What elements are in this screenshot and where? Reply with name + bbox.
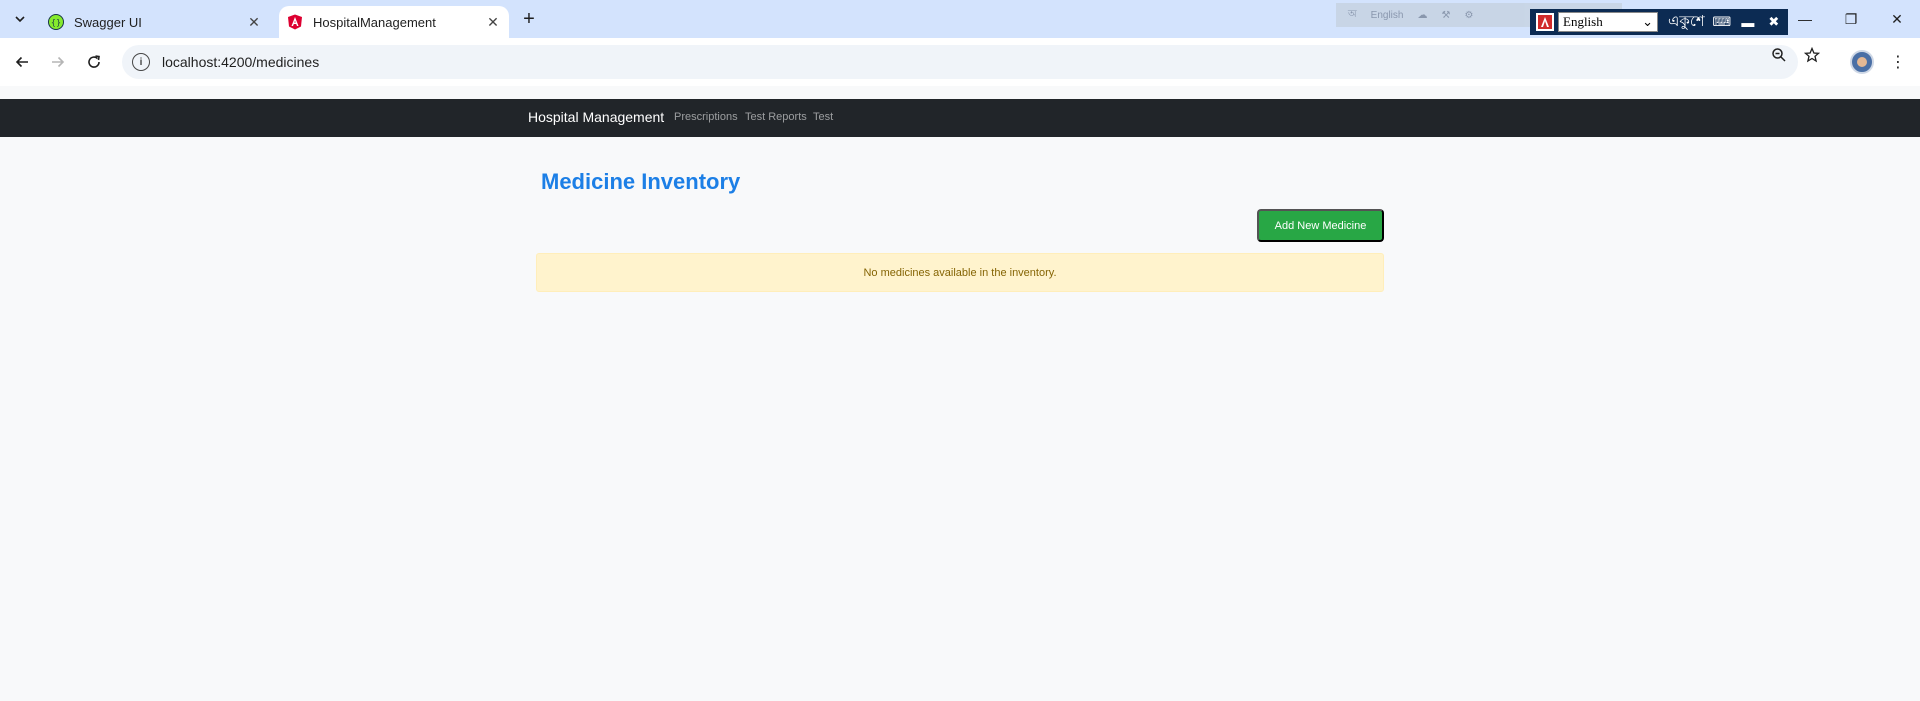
reload-button[interactable] — [82, 50, 106, 74]
forward-button[interactable] — [46, 50, 70, 74]
app-navbar: Hospital Management Prescriptions Test R… — [0, 99, 1920, 137]
plus-icon: + — [523, 7, 535, 30]
zoom-out-icon — [1772, 48, 1786, 62]
minimize-icon: — — [1798, 11, 1812, 27]
forward-arrow-icon — [52, 56, 65, 68]
close-icon[interactable]: ✕ — [483, 12, 503, 32]
empty-inventory-alert: No medicines available in the inventory. — [536, 253, 1384, 292]
svg-text:{}: {} — [51, 18, 61, 27]
bengali-glyph-icon: অ — [1348, 8, 1357, 20]
page-title: Medicine Inventory — [541, 169, 741, 194]
chevron-down-icon — [15, 16, 25, 23]
close-toolbar-icon[interactable]: ✖ — [1765, 13, 1783, 31]
navbar-brand[interactable]: Hospital Management — [528, 109, 664, 125]
language-select-value: English — [1563, 14, 1603, 29]
tab-swagger-ui[interactable]: {} Swagger UI ✕ — [40, 6, 270, 38]
close-icon: ✕ — [1891, 10, 1903, 27]
chevron-down-icon: ⌄ — [1642, 14, 1653, 29]
bookmark-button[interactable] — [1803, 46, 1821, 64]
back-button[interactable] — [10, 50, 34, 74]
avatar-icon — [1857, 57, 1867, 67]
browser-toolbar: i localhost:4200/medicines ⋮ — [0, 38, 1920, 86]
new-tab-button[interactable]: + — [518, 8, 540, 30]
close-icon[interactable]: ✕ — [244, 12, 264, 32]
tab-search-button[interactable] — [8, 7, 32, 31]
reload-icon — [88, 55, 100, 68]
language-toolbar: English ⌄ একুশে ⌨ ▬ ✖ — [1530, 9, 1788, 35]
browser-tab-strip: {} Swagger UI ✕ HospitalManagement ✕ + অ… — [0, 0, 1920, 38]
tab-title: HospitalManagement — [313, 14, 436, 30]
back-arrow-icon — [15, 56, 28, 68]
tab-hospital-management[interactable]: HospitalManagement ✕ — [279, 6, 509, 38]
minimize-toolbar-icon[interactable]: ▬ — [1739, 13, 1757, 31]
cloud-icon: ☁ — [1417, 9, 1428, 21]
language-label: English — [1370, 9, 1404, 21]
tool-icon: ⚒ — [1441, 9, 1451, 21]
address-url[interactable]: localhost:4200/medicines — [162, 54, 319, 70]
tab-title: Swagger UI — [74, 14, 142, 30]
window-restore-button[interactable]: ❐ — [1836, 8, 1866, 30]
browser-menu-button[interactable]: ⋮ — [1886, 50, 1910, 74]
empty-inventory-message: No medicines available in the inventory. — [863, 266, 1057, 279]
restore-icon: ❐ — [1844, 10, 1858, 27]
nav-link-prescriptions[interactable]: Prescriptions — [674, 111, 738, 123]
window-minimize-button[interactable]: — — [1790, 8, 1820, 30]
language-select[interactable]: English ⌄ — [1558, 12, 1658, 32]
zoom-button[interactable] — [1770, 46, 1788, 64]
swagger-icon: {} — [48, 14, 64, 30]
nav-link-test-reports[interactable]: Test Reports — [745, 111, 807, 123]
ekushey-logo-icon — [1536, 13, 1554, 31]
nav-link-test[interactable]: Test — [813, 111, 833, 123]
window-close-button[interactable]: ✕ — [1882, 8, 1912, 30]
ekushey-brand: একুশে — [1668, 11, 1705, 30]
address-bar[interactable]: i localhost:4200/medicines — [122, 45, 1798, 79]
angular-icon — [287, 14, 303, 30]
info-icon[interactable]: i — [132, 53, 150, 71]
add-new-medicine-button[interactable]: Add New Medicine — [1257, 209, 1384, 242]
keyboard-icon[interactable]: ⌨ — [1712, 13, 1731, 31]
gear-icon: ⚙ — [1464, 9, 1474, 21]
profile-avatar[interactable] — [1850, 50, 1874, 74]
kebab-menu-icon: ⋮ — [1890, 54, 1906, 71]
page-viewport: Hospital Management Prescriptions Test R… — [0, 86, 1920, 701]
star-icon — [1804, 47, 1820, 63]
